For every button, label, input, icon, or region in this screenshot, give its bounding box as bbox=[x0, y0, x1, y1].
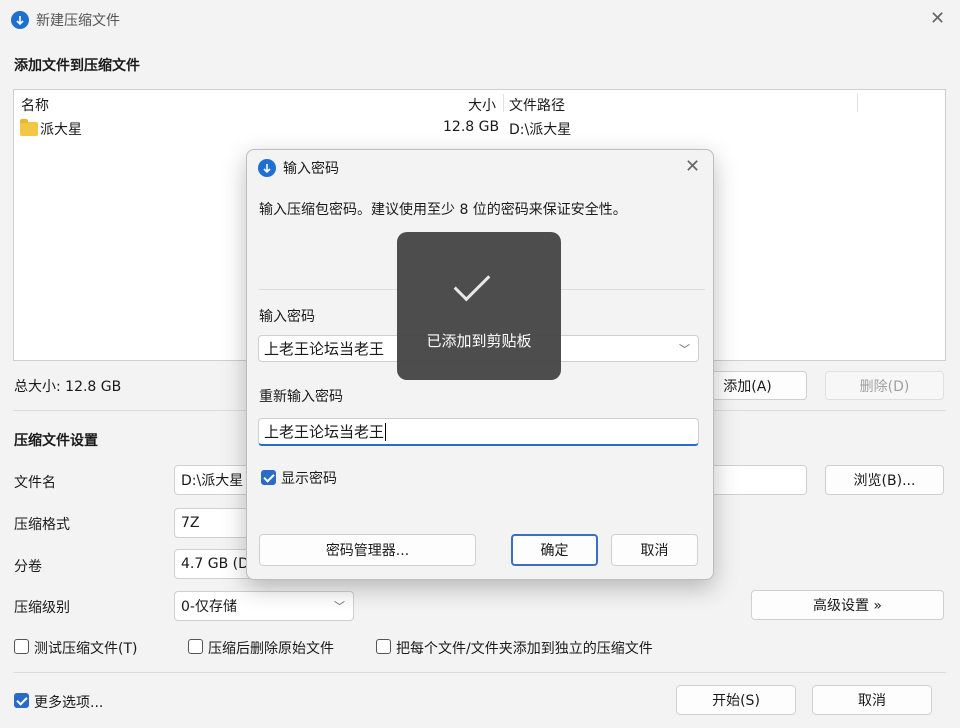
app-logo-icon bbox=[11, 11, 29, 29]
format-label: 压缩格式 bbox=[14, 517, 70, 533]
filename-value: D:\派大星 bbox=[181, 473, 244, 489]
row-path: D:\派大星 bbox=[509, 122, 572, 138]
column-header-name[interactable]: 名称 bbox=[21, 95, 49, 115]
checkmark-icon bbox=[453, 264, 491, 302]
level-value: 0-仅存储 bbox=[181, 599, 237, 615]
start-button[interactable]: 开始(S) bbox=[676, 685, 796, 715]
row-size: 12.8 GB bbox=[443, 119, 500, 135]
chevron-down-icon[interactable]: ﹀ bbox=[679, 341, 690, 357]
app-logo-icon bbox=[258, 159, 276, 177]
column-header-path[interactable]: 文件路径 bbox=[509, 95, 565, 115]
folder-icon bbox=[20, 119, 38, 136]
advanced-settings-button[interactable]: 高级设置 » bbox=[751, 590, 944, 620]
format-value: 7Z bbox=[181, 515, 200, 531]
browse-button[interactable]: 浏览(B)... bbox=[825, 465, 944, 495]
show-password-checkbox[interactable] bbox=[261, 470, 276, 485]
ok-button[interactable]: 确定 bbox=[511, 534, 598, 566]
clipboard-toast: 已添加到剪贴板 bbox=[397, 232, 561, 380]
split-value: 4.7 GB (D bbox=[181, 556, 249, 572]
window-title: 新建压缩文件 bbox=[36, 13, 120, 29]
dialog-cancel-button[interactable]: 取消 bbox=[611, 534, 698, 566]
close-icon[interactable]: ✕ bbox=[930, 10, 945, 28]
dialog-title: 输入密码 bbox=[283, 161, 339, 177]
row-name: 派大星 bbox=[40, 122, 82, 138]
password-label: 输入密码 bbox=[259, 309, 315, 325]
password-manager-button[interactable]: 密码管理器... bbox=[259, 534, 476, 566]
title-bar: 新建压缩文件 ✕ bbox=[0, 0, 960, 40]
settings-heading: 压缩文件设置 bbox=[14, 433, 98, 449]
close-icon[interactable]: ✕ bbox=[685, 158, 700, 176]
add-files-heading: 添加文件到压缩文件 bbox=[14, 58, 140, 74]
total-size: 总大小: 12.8 GB bbox=[14, 379, 122, 395]
toast-text: 已添加到剪贴板 bbox=[426, 332, 532, 350]
dialog-description: 输入压缩包密码。建议使用至少 8 位的密码来保证安全性。 bbox=[259, 202, 627, 218]
delete-button[interactable]: 删除(D) bbox=[825, 371, 944, 400]
text-caret bbox=[385, 422, 387, 441]
column-header-size[interactable]: 大小 bbox=[468, 95, 496, 115]
more-options-label[interactable]: 更多选项... bbox=[34, 692, 103, 712]
split-label: 分卷 bbox=[14, 559, 42, 575]
cancel-button[interactable]: 取消 bbox=[812, 685, 932, 715]
confirm-password-value: 上老王论坛当老王 bbox=[264, 423, 385, 441]
level-label: 压缩级别 bbox=[14, 600, 70, 616]
password-value: 上老王论坛当老王 bbox=[264, 340, 385, 358]
confirm-password-input[interactable]: 上老王论坛当老王 bbox=[258, 418, 699, 446]
table-row[interactable]: 派大星 12.8 GB D:\派大星 bbox=[14, 118, 945, 140]
more-options-checkbox[interactable] bbox=[14, 693, 29, 708]
confirm-password-label: 重新输入密码 bbox=[259, 389, 343, 405]
show-password-label[interactable]: 显示密码 bbox=[281, 468, 337, 488]
test-archive-label[interactable]: 测试压缩文件(T) bbox=[34, 638, 137, 658]
separate-archives-checkbox[interactable] bbox=[376, 639, 391, 654]
test-archive-checkbox[interactable] bbox=[14, 639, 29, 654]
delete-source-label[interactable]: 压缩后删除原始文件 bbox=[208, 638, 334, 658]
filename-label: 文件名 bbox=[14, 475, 56, 491]
separate-archives-label[interactable]: 把每个文件/文件夹添加到独立的压缩文件 bbox=[396, 638, 653, 658]
delete-source-checkbox[interactable] bbox=[188, 639, 203, 654]
chevron-down-icon: ﹀ bbox=[334, 600, 345, 613]
level-select[interactable]: 0-仅存储 ﹀ bbox=[174, 591, 354, 621]
